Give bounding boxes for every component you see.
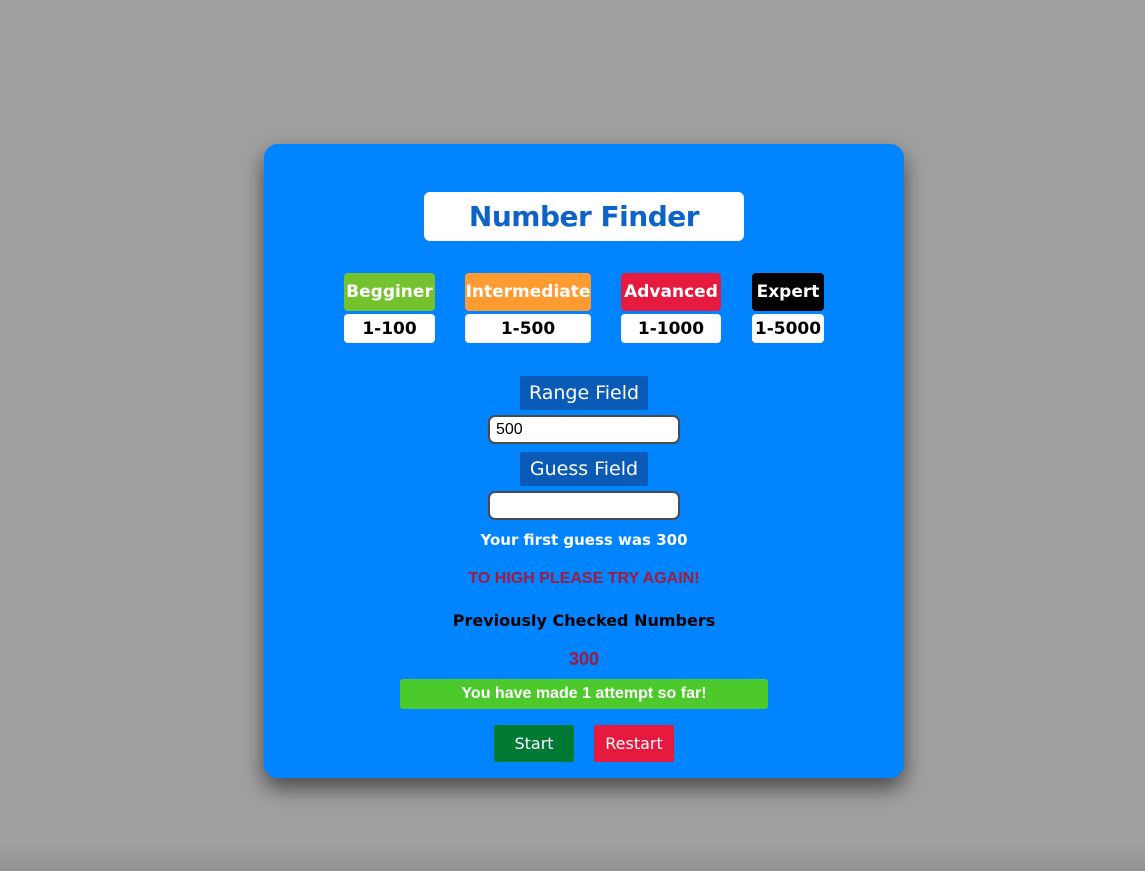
level-range-beginner: 1-100 (344, 314, 435, 343)
bottom-shadow (0, 845, 1145, 871)
app-title: Number Finder (424, 192, 744, 241)
first-guess-text: Your first guess was 300 (480, 531, 688, 549)
attempts-banner: You have made 1 attempt so far! (400, 679, 768, 709)
level-advanced[interactable]: Advanced 1-1000 (621, 273, 721, 343)
level-beginner[interactable]: Begginer 1-100 (344, 273, 435, 343)
level-range-expert: 1-5000 (752, 314, 824, 343)
level-name-intermediate[interactable]: Intermediate (465, 273, 591, 311)
range-field-label: Range Field (520, 376, 648, 410)
level-range-intermediate: 1-500 (465, 314, 591, 343)
game-card: Number Finder Begginer 1-100 Intermediat… (264, 144, 904, 778)
level-expert[interactable]: Expert 1-5000 (752, 273, 824, 343)
range-input[interactable] (488, 415, 680, 444)
previous-numbers-heading: Previously Checked Numbers (452, 611, 716, 630)
level-name-advanced[interactable]: Advanced (621, 273, 721, 311)
feedback-message: TO HIGH PLEASE TRY AGAIN! (468, 570, 700, 587)
start-button[interactable]: Start (494, 725, 574, 762)
level-intermediate[interactable]: Intermediate 1-500 (465, 273, 591, 343)
restart-button[interactable]: Restart (594, 725, 674, 762)
guess-field-label: Guess Field (520, 452, 648, 486)
level-range-advanced: 1-1000 (621, 314, 721, 343)
guess-input[interactable] (488, 491, 680, 520)
level-name-expert[interactable]: Expert (752, 273, 824, 311)
level-name-beginner[interactable]: Begginer (344, 273, 435, 311)
previous-numbers-list: 300 (568, 649, 600, 669)
